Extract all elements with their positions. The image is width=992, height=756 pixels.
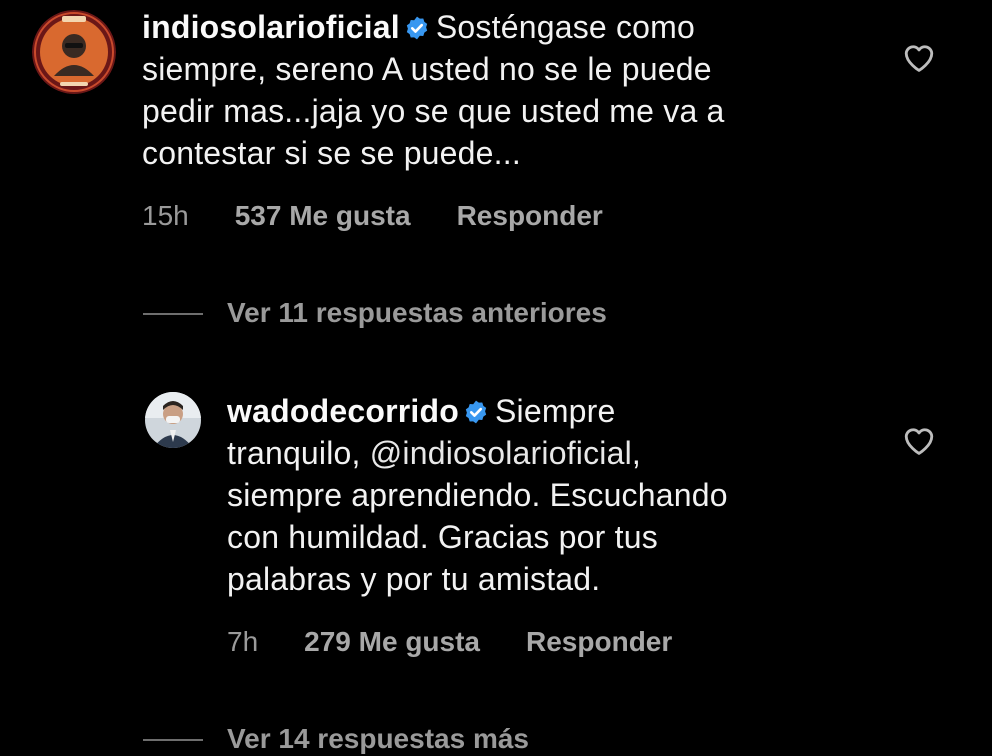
- view-previous-replies-label[interactable]: Ver 11 respuestas anteriores: [227, 296, 607, 330]
- comment-indiosolarioficial: indiosolarioficial Sosténgase como siempr…: [0, 0, 992, 240]
- comment-text-first: Sosténgase como: [435, 9, 696, 45]
- verified-badge-icon: [406, 16, 428, 40]
- view-more-replies-label[interactable]: Ver 14 respuestas más: [227, 722, 529, 756]
- avatar-wadodecorrido[interactable]: [145, 392, 201, 448]
- comment-text-line: contestar si se se puede...: [142, 135, 521, 171]
- likes-count-button[interactable]: 279 Me gusta: [304, 626, 480, 657]
- avatar-image: [32, 10, 116, 94]
- comment-username[interactable]: wadodecorrido: [227, 393, 459, 429]
- comment-meta: 15h 537 Me gusta Responder: [142, 199, 603, 233]
- comment-text-line: palabras y por tu amistad.: [227, 561, 601, 597]
- comment-text-line: siempre, sereno A usted no se le puede: [142, 51, 712, 87]
- verified-badge-icon: [465, 400, 487, 424]
- view-more-replies[interactable]: Ver 14 respuestas más: [143, 722, 703, 756]
- comment-meta: 7h 279 Me gusta Responder: [227, 625, 672, 659]
- comment-text: wadodecorrido Siempre tranquilo, @indioso…: [227, 390, 867, 600]
- heart-outline-icon[interactable]: [902, 424, 936, 456]
- comment-time: 7h: [227, 626, 259, 657]
- reply-button[interactable]: Responder: [526, 626, 672, 657]
- comment-wadodecorrido: wadodecorrido Siempre tranquilo, @indioso…: [0, 380, 992, 680]
- replies-divider-line: [143, 313, 203, 315]
- mention-link[interactable]: @indiosolarioficial: [370, 435, 632, 471]
- comment-text-punct: ,: [631, 435, 642, 471]
- comment-username[interactable]: indiosolarioficial: [142, 9, 400, 45]
- avatar-image: [145, 392, 201, 448]
- likes-count-button[interactable]: 537 Me gusta: [235, 200, 411, 231]
- replies-divider-line: [143, 739, 203, 741]
- heart-outline-icon[interactable]: [902, 41, 936, 73]
- comment-text-line: siempre aprendiendo. Escuchando: [227, 477, 728, 513]
- avatar-indiosolarioficial[interactable]: [32, 10, 116, 94]
- view-previous-replies[interactable]: Ver 11 respuestas anteriores: [143, 296, 703, 330]
- comment-text-line: con humildad. Gracias por tus: [227, 519, 658, 555]
- comment-text-first: Siempre: [494, 393, 616, 429]
- comment-time: 15h: [142, 200, 189, 231]
- comment-text-line: pedir mas...jaja yo se que usted me va a: [142, 93, 725, 129]
- comment-text-line: tranquilo,: [227, 435, 370, 471]
- comment-text: indiosolarioficial Sosténgase como siempr…: [142, 6, 862, 174]
- reply-button[interactable]: Responder: [457, 200, 603, 231]
